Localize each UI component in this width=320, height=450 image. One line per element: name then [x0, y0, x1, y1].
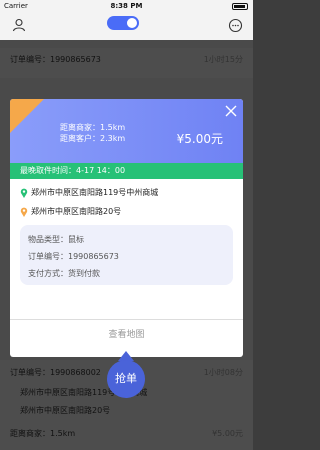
distance-shop: 1.5km	[100, 123, 126, 132]
order-detail-modal: 距离商家：1.5km 距离客户：2.3km ¥5.00元 最晚取件时间：4-17…	[10, 99, 243, 357]
price: ¥5.00元	[176, 132, 223, 146]
grab-order-button[interactable]: 抢单	[107, 360, 145, 398]
eta: 1小时15分	[203, 55, 243, 64]
distance-customer-label: 距离客户：	[60, 134, 100, 143]
delivery-address: 郑州市中原区南阳路20号	[31, 207, 122, 216]
distance: 1.5km	[50, 429, 76, 438]
order-no: 1990868002	[50, 368, 101, 377]
pickup-pin-icon	[20, 188, 28, 198]
delivery-address-row: 郑州市中原区南阳路20号	[20, 206, 121, 217]
view-map-button[interactable]: 查看地图	[10, 319, 243, 349]
deadline-value: 4-17 14：00	[76, 166, 126, 175]
user-icon[interactable]	[12, 18, 26, 32]
delivery-pin-icon	[20, 207, 28, 217]
online-toggle[interactable]	[107, 16, 139, 30]
chat-icon[interactable]	[228, 18, 243, 33]
clock: 8:38 PM	[110, 2, 143, 10]
top-nav	[0, 12, 253, 40]
price: ¥5.00元	[212, 429, 243, 438]
order-no-label: 订单编号：	[28, 252, 68, 261]
delivery-address: 郑州市中原区南阳路20号	[20, 406, 111, 415]
distance-customer: 2.3km	[100, 134, 126, 143]
toggle-knob	[127, 18, 137, 28]
payment-label: 支付方式：	[28, 269, 68, 278]
item-type: 鼠标	[68, 235, 84, 244]
pickup-address-row: 郑州市中原区南阳路119号中州商城	[20, 187, 158, 198]
payment-method: 货到付款	[68, 269, 100, 278]
deadline-bar: 最晚取件时间：4-17 14：00	[10, 163, 243, 179]
battery-icon	[232, 3, 248, 10]
order-no-label: 订单编号：	[10, 368, 50, 377]
order-no-label: 订单编号：	[10, 55, 50, 64]
order-no: 1990865673	[68, 252, 119, 261]
status-bar: Carrier 8:38 PM	[0, 0, 253, 12]
corner-ribbon	[10, 99, 44, 133]
eta: 1小时08分	[203, 368, 243, 377]
distance-shop-label: 距离商家：	[60, 123, 100, 132]
order-no: 1990865673	[50, 55, 101, 64]
close-icon[interactable]	[225, 105, 237, 117]
pickup-address: 郑州市中原区南阳路119号中州商城	[31, 188, 159, 197]
item-type-label: 物品类型：	[28, 235, 68, 244]
deadline-label: 最晚取件时间：	[20, 166, 76, 175]
modal-header: 距离商家：1.5km 距离客户：2.3km ¥5.00元	[10, 99, 243, 163]
distance-label: 距离商家：	[10, 429, 50, 438]
order-info-box: 物品类型：鼠标 订单编号：1990865673 支付方式：货到付款	[20, 225, 233, 285]
order-card[interactable]: 订单编号：1990865673 1小时15分	[0, 48, 253, 78]
